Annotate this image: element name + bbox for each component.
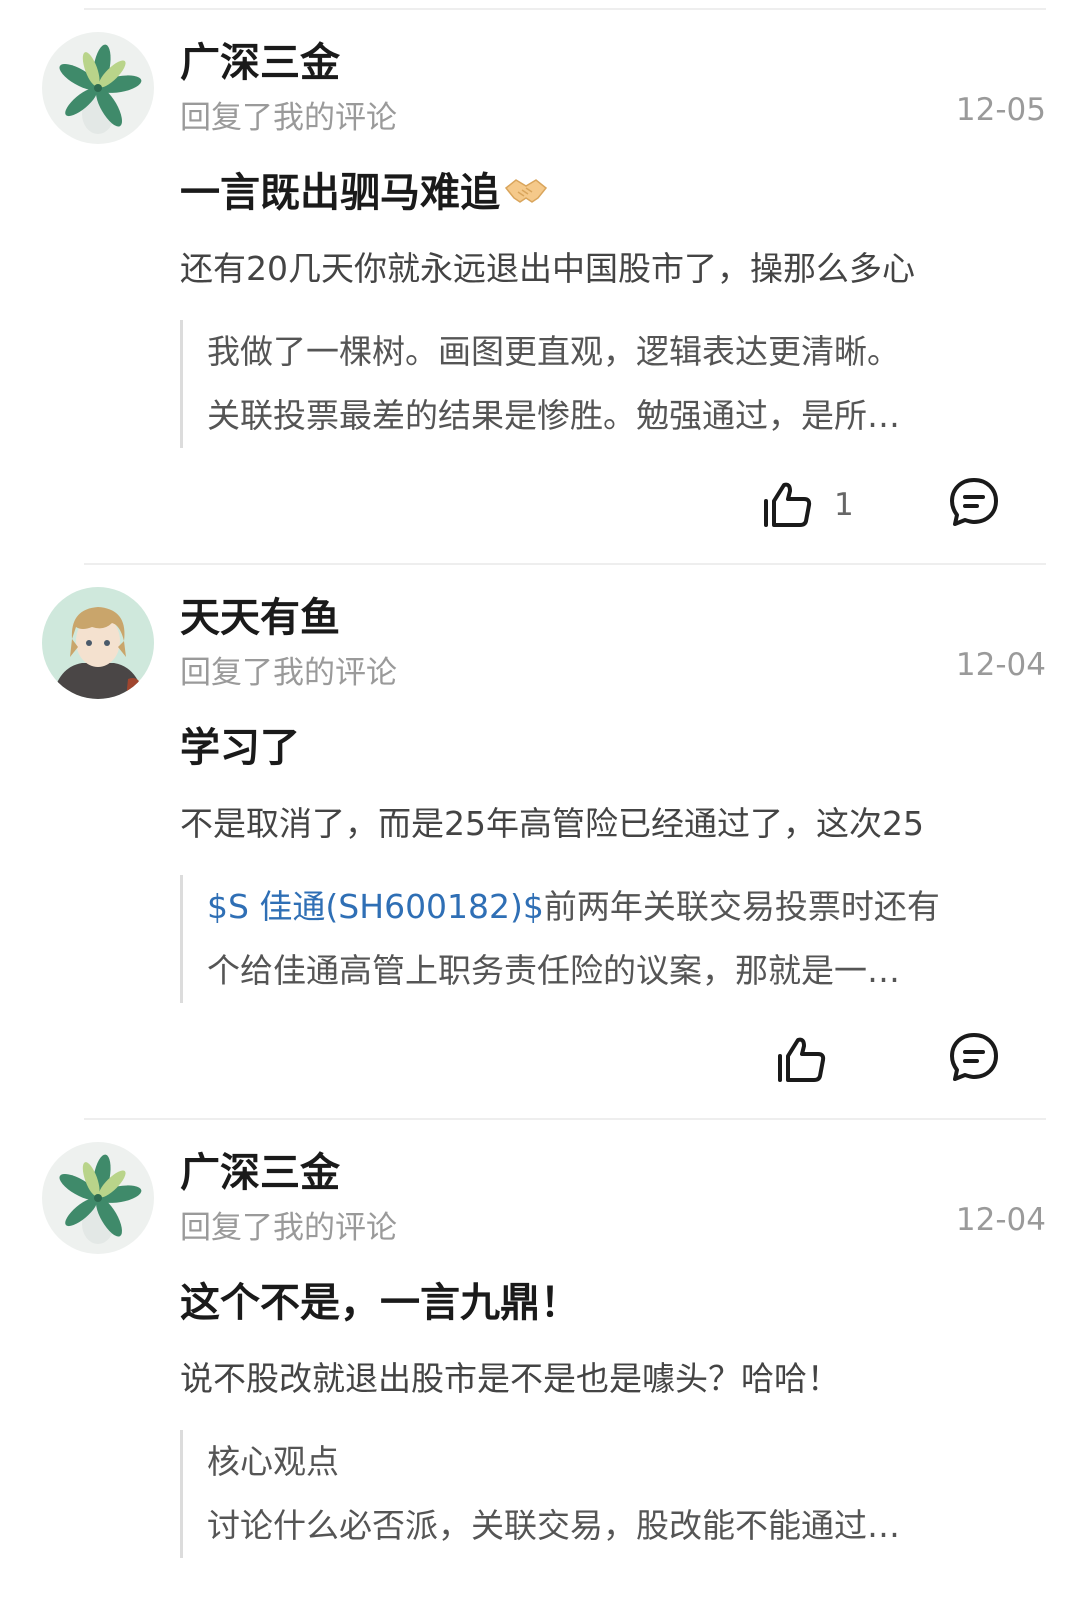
quote-line: 核心观点 [207, 1442, 339, 1481]
timestamp: 12-04 [955, 647, 1046, 683]
original-comment[interactable]: 说不股改就退出股市是不是也是噱头？哈哈！ [180, 1352, 1046, 1400]
quote-line: $S 佳通(SH600182)$前两年关联交易投票时还有 [207, 875, 1037, 939]
quote-line: 我做了一棵树。画图更直观，逻辑表达更清晰。 [207, 332, 900, 371]
stock-link[interactable]: $S 佳通(SH600182)$ [207, 887, 544, 926]
action-label: 回复了我的评论 [180, 100, 397, 136]
username[interactable]: 天天有鱼 [180, 585, 340, 643]
quote-line: 个给佳通高管上职务责任险的议案，那就是一… [207, 951, 900, 990]
reply-text: 这个不是，一言九鼎！ [180, 1280, 580, 1326]
reply-button[interactable] [946, 1029, 1002, 1085]
username[interactable]: 广深三金 [180, 1140, 340, 1198]
reply-button[interactable] [946, 474, 1002, 530]
original-comment[interactable]: 还有20几天你就永远退出中国股市了，操那么多心 [180, 242, 1046, 290]
comment-card[interactable]: 天天有鱼 回复了我的评论 12-04 学习了 不是取消了，而是25年高管险已经通… [0, 565, 1080, 1115]
notifications-page: 广深三金 回复了我的评论 12-05 一言既出驷马难追 还有20几天你就永远退出… [0, 0, 1080, 1600]
avatar[interactable] [42, 587, 154, 699]
plant-avatar-image [42, 1142, 154, 1254]
thumbs-up-icon [764, 482, 812, 527]
action-label: 回复了我的评论 [180, 655, 397, 691]
quoted-post[interactable]: $S 佳通(SH600182)$前两年关联交易投票时还有 个给佳通高管上职务责任… [180, 875, 1037, 1003]
comment-card[interactable]: 广深三金 回复了我的评论 12-05 一言既出驷马难追 还有20几天你就永远退出… [0, 10, 1080, 560]
timestamp: 12-05 [955, 92, 1046, 128]
quoted-post[interactable]: 我做了一棵树。画图更直观，逻辑表达更清晰。 关联投票最差的结果是惨胜。勉强通过，… [180, 320, 1037, 448]
like-count: 1 [834, 487, 854, 523]
original-comment[interactable]: 不是取消了，而是25年高管险已经通过了，这次25 [180, 797, 1046, 845]
reply-text-content: 一言既出驷马难追 [180, 170, 500, 216]
comment-bubble-icon [950, 1033, 998, 1081]
like-button[interactable]: 1 [760, 470, 880, 540]
thumbs-up-icon [778, 1037, 826, 1082]
username[interactable]: 广深三金 [180, 30, 340, 88]
reply-text: 学习了 [180, 725, 300, 771]
quote-line: 讨论什么必否派，关联交易，股改能不能通过… [207, 1506, 900, 1545]
avatar[interactable] [42, 32, 154, 144]
comment-bubble-icon [950, 478, 998, 526]
quote-text: 前两年关联交易投票时还有 [543, 887, 940, 926]
handshake-emoji-icon [504, 172, 548, 218]
comment-card[interactable]: 广深三金 回复了我的评论 12-04 这个不是，一言九鼎！ 说不股改就退出股市是… [0, 1120, 1080, 1600]
anime-boy-avatar-image [42, 587, 154, 699]
timestamp: 12-04 [955, 1202, 1046, 1238]
plant-avatar-image [42, 32, 154, 144]
avatar[interactable] [42, 1142, 154, 1254]
quoted-post[interactable]: 核心观点 讨论什么必否派，关联交易，股改能不能通过… [180, 1430, 1037, 1558]
like-button[interactable] [774, 1025, 894, 1095]
action-label: 回复了我的评论 [180, 1210, 397, 1246]
reply-text: 一言既出驷马难追 [180, 160, 548, 218]
quote-line: 关联投票最差的结果是惨胜。勉强通过，是所… [207, 396, 900, 435]
